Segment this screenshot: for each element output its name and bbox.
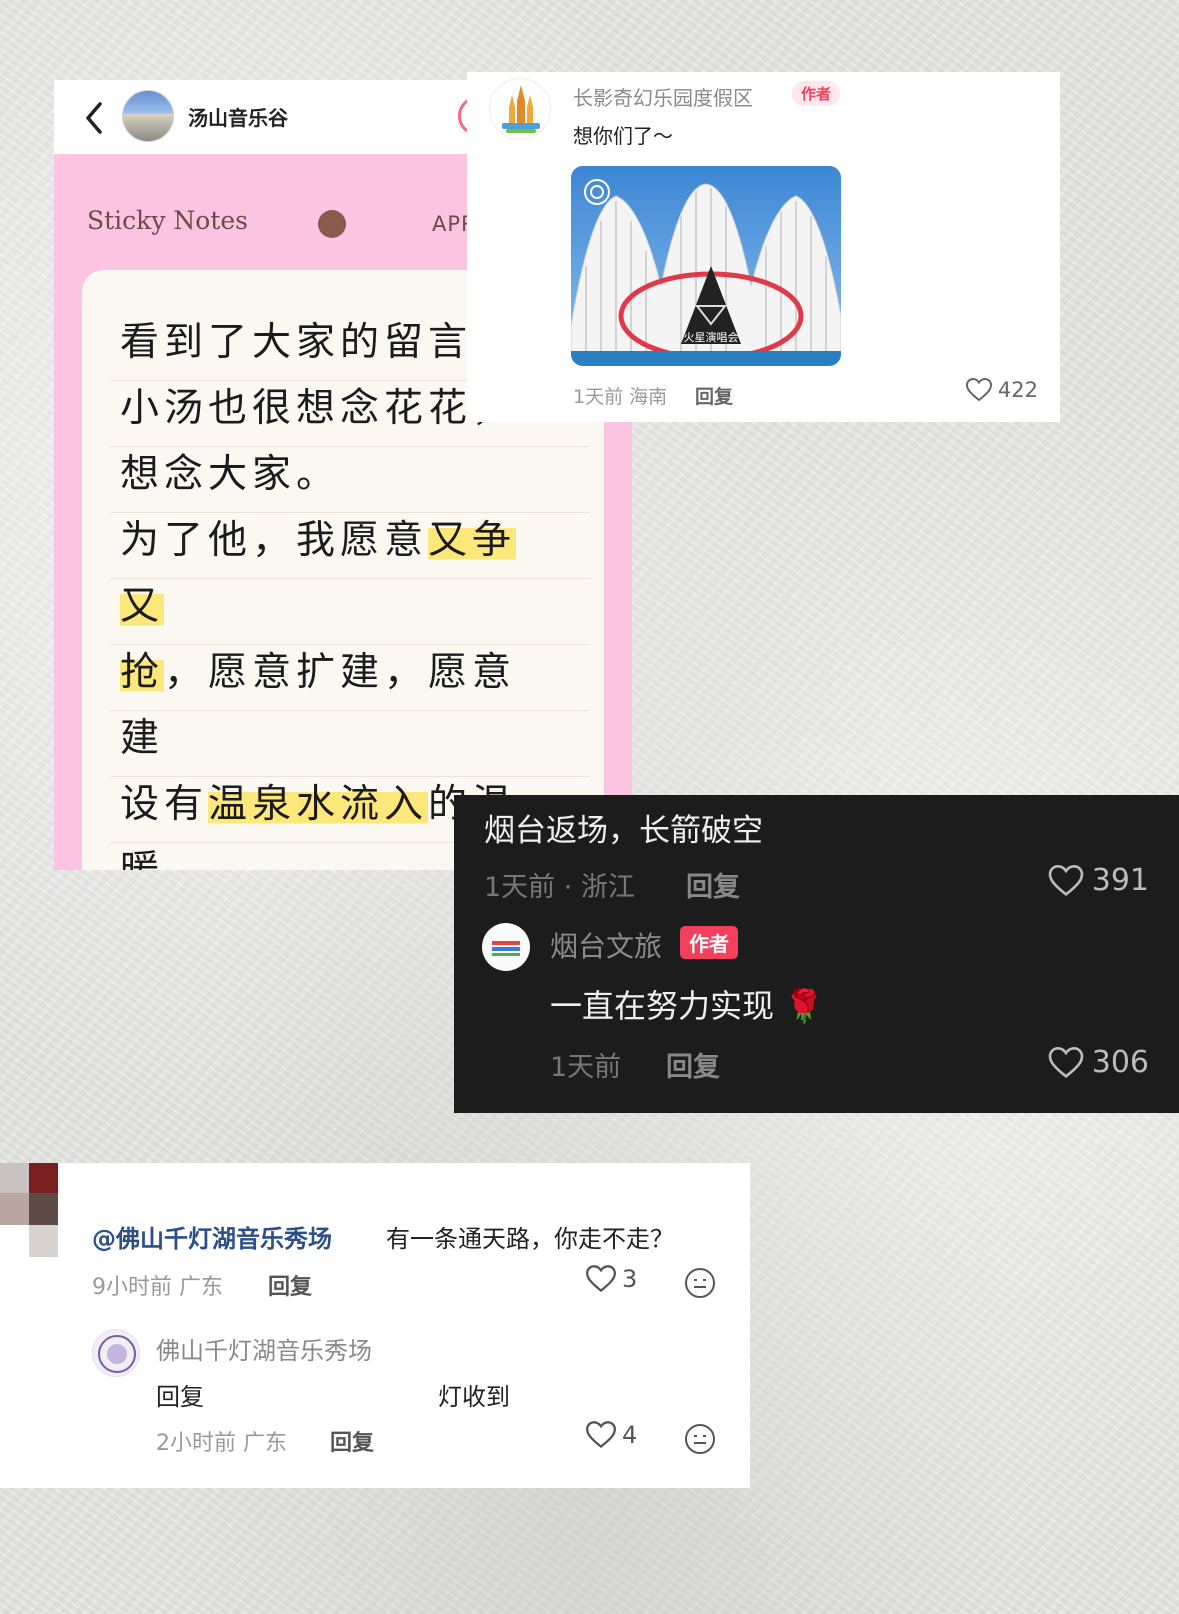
emoji-icon[interactable]: [684, 1267, 716, 1303]
mention-link[interactable]: @佛山千灯湖音乐秀场: [92, 1219, 332, 1254]
heart-icon: [1048, 864, 1084, 896]
heart-icon: [586, 1421, 616, 1449]
author-avatar[interactable]: [482, 923, 530, 971]
account-title[interactable]: 汤山音乐谷: [188, 102, 288, 131]
comment-text: 有一条通天路，你走不走？: [386, 1225, 674, 1253]
comment-card-changying: 长影奇幻乐园度假区 作者 想你们了～ 火星演唱会 1天前 海南 回复 422: [467, 72, 1060, 422]
note-segment: 看到了大家的留言，: [120, 320, 517, 365]
like-button[interactable]: 306: [1048, 1045, 1149, 1080]
note-segment: ，愿意扩建，愿意建: [120, 650, 517, 761]
author-name[interactable]: 长影奇幻乐园度假区: [573, 82, 753, 111]
comment-meta: 1天前 海南: [573, 386, 668, 408]
heart-icon: [1048, 1046, 1084, 1078]
reply-text: 一直在努力实现 🌹: [550, 987, 825, 1025]
like-button[interactable]: 4: [586, 1421, 637, 1449]
concert-photo[interactable]: 火星演唱会: [571, 166, 841, 366]
comment-meta: 1天前 · 浙江: [484, 872, 635, 903]
pin-dot: [318, 210, 346, 238]
reply-meta: 1天前: [550, 1052, 622, 1083]
heart-icon: [965, 378, 992, 402]
reply-button[interactable]: 回复: [330, 1425, 374, 1457]
blurred-avatar: [0, 1163, 58, 1257]
note-line: 为了他，我愿意又争又: [120, 508, 560, 640]
reply-text: 灯收到: [438, 1383, 510, 1411]
comment-card-foshan: @佛山千灯湖音乐秀场 有一条通天路，你走不走？ 9小时前 广东 回复 3 佛山千…: [0, 1163, 750, 1488]
reply-button[interactable]: 回复: [686, 865, 740, 904]
emoji-icon[interactable]: [684, 1423, 716, 1459]
author-name[interactable]: 烟台文旅: [550, 925, 662, 965]
like-count: 391: [1091, 863, 1149, 898]
like-button[interactable]: 422: [965, 378, 1038, 402]
comment-text: 想你们了～: [573, 124, 673, 148]
author-name[interactable]: 佛山千灯湖音乐秀场: [156, 1331, 372, 1366]
like-button[interactable]: 391: [1048, 863, 1149, 898]
sticky-notes-label: Sticky Notes: [87, 206, 248, 235]
like-count: 306: [1091, 1045, 1149, 1080]
note-segment: 想念大家。: [120, 452, 341, 497]
comment-card-yantai: 烟台返场，长箭破空 1天前 · 浙江 回复 391 烟台文旅 作者 一直在努力实…: [454, 795, 1179, 1113]
note-line: 抢，愿意扩建，愿意建: [120, 640, 560, 772]
highlighted-text: 抢: [120, 650, 165, 695]
like-button[interactable]: 3: [586, 1265, 637, 1293]
author-badge: 作者: [792, 81, 841, 106]
note-segment: 设有: [120, 782, 209, 827]
reply-button[interactable]: 回复: [268, 1269, 312, 1301]
like-count: 4: [622, 1421, 638, 1449]
note-segment: 为了他，我愿意: [120, 518, 429, 563]
author-badge: 作者: [680, 926, 738, 959]
author-avatar[interactable]: [92, 1329, 140, 1377]
reply-button[interactable]: 回复: [666, 1045, 720, 1084]
comment-meta: 9小时前 广东: [92, 1275, 223, 1300]
reply-button[interactable]: 回复: [695, 382, 733, 409]
back-arrow-icon[interactable]: [80, 98, 114, 138]
reply-meta: 2小时前 广东: [156, 1431, 287, 1456]
note-segment: 小汤也很想念花花，: [120, 386, 517, 431]
comment-text: 烟台返场，长箭破空: [484, 813, 763, 849]
like-count: 3: [622, 1265, 638, 1293]
reply-prefix: 回复: [156, 1383, 204, 1411]
account-avatar[interactable]: [122, 90, 174, 142]
author-avatar[interactable]: [489, 78, 551, 140]
like-count: 422: [997, 378, 1038, 402]
note-line: 想念大家。: [120, 442, 560, 508]
image-caption: 火星演唱会: [684, 330, 739, 344]
heart-icon: [586, 1265, 616, 1293]
highlighted-text: 温泉水流入: [208, 782, 429, 827]
